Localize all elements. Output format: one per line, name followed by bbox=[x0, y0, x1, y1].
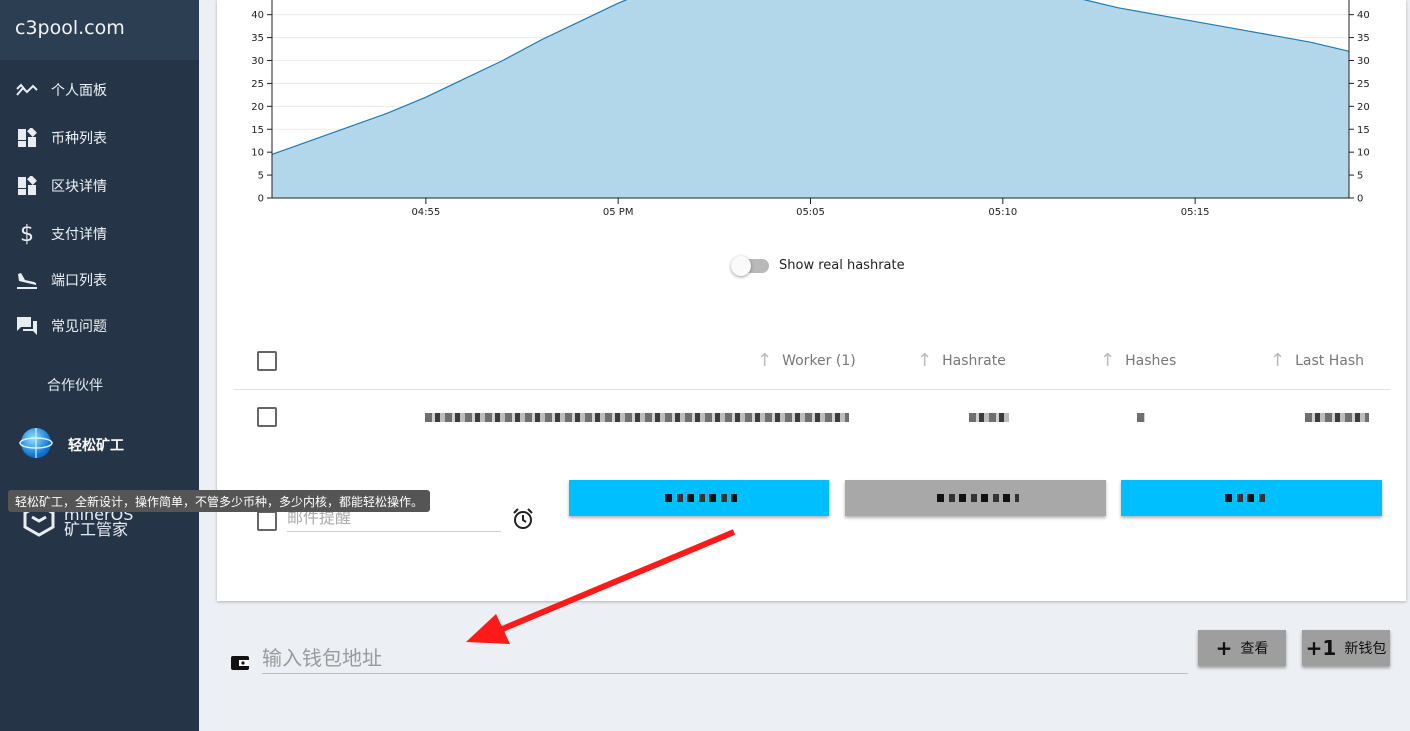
view-button-label: 查看 bbox=[1240, 641, 1269, 657]
new-wallet-label: 新钱包 bbox=[1344, 641, 1387, 657]
new-wallet-button[interactable]: +1 新钱包 bbox=[1302, 630, 1390, 666]
wallet-address-input[interactable]: 输入钱包地址 bbox=[262, 636, 1188, 674]
promo-tooltip: 轻松矿工，全新设计，操作简单，不管多少币种，多少内核，都能轻松操作。 bbox=[8, 490, 431, 512]
view-wallet-button[interactable]: + 查看 bbox=[1198, 630, 1286, 666]
plus-icon: + bbox=[1215, 636, 1233, 660]
annotation-arrow bbox=[466, 529, 736, 644]
wallet-icon bbox=[230, 654, 250, 676]
plus-one-icon: +1 bbox=[1305, 636, 1337, 660]
